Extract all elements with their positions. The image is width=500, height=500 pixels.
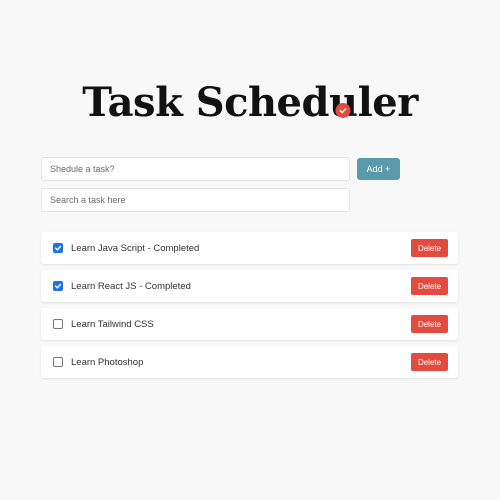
task-checkbox[interactable] (53, 319, 63, 329)
checkmark-icon (54, 283, 62, 289)
task-label: Learn Photoshop (71, 356, 144, 368)
task-item: Learn Photoshop Delete (41, 346, 458, 378)
task-checkbox[interactable] (53, 243, 63, 253)
task-label: Learn Java Script - Completed (71, 242, 200, 254)
checkmark-badge-icon (335, 102, 351, 118)
title-suffix: ler (357, 78, 419, 126)
task-checkbox[interactable] (53, 281, 63, 291)
task-item: Learn Java Script - Completed Delete (41, 232, 458, 264)
title-accent-letter-wrap: u (329, 79, 358, 127)
delete-task-button[interactable]: Delete (411, 315, 448, 333)
delete-task-button[interactable]: Delete (411, 239, 448, 257)
task-item: Learn React JS - Completed Delete (41, 270, 458, 302)
add-task-button[interactable]: Add + (357, 158, 400, 180)
title-prefix: Task Sched (82, 78, 329, 126)
task-list: Learn Java Script - Completed Delete Lea… (41, 232, 458, 384)
task-item: Learn Tailwind CSS Delete (41, 308, 458, 340)
task-label: Learn React JS - Completed (71, 280, 191, 292)
delete-task-button[interactable]: Delete (411, 353, 448, 371)
checkmark-icon (54, 245, 62, 251)
delete-task-button[interactable]: Delete (411, 277, 448, 295)
page-title: Task Scheduler (0, 79, 500, 127)
search-input[interactable] (41, 188, 350, 212)
task-checkbox[interactable] (53, 357, 63, 367)
task-label: Learn Tailwind CSS (71, 318, 154, 330)
task-input[interactable] (41, 157, 350, 181)
